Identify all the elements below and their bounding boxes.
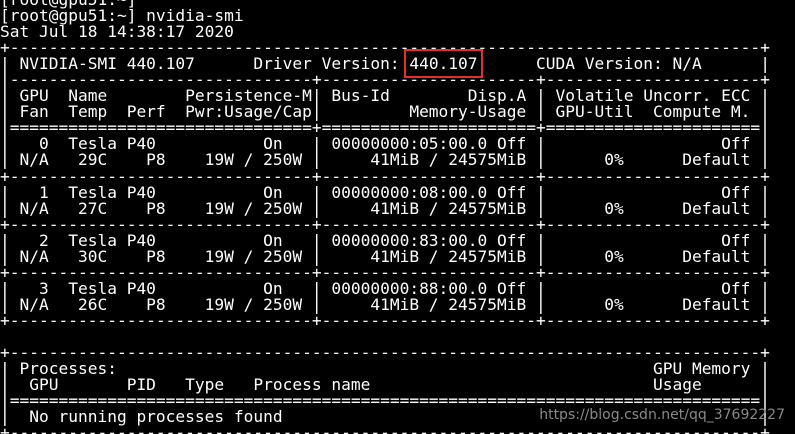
watermark-text: https://blog.csdn.net/qq_37692227: [539, 407, 785, 423]
terminal-output[interactable]: [root@gpu51:~][root@gpu51:~] nvidia-smiS…: [0, 0, 795, 434]
terminal-line: +-------------------------------+-------…: [0, 310, 770, 330]
terminal-line: +---------------------------------------…: [0, 423, 770, 434]
